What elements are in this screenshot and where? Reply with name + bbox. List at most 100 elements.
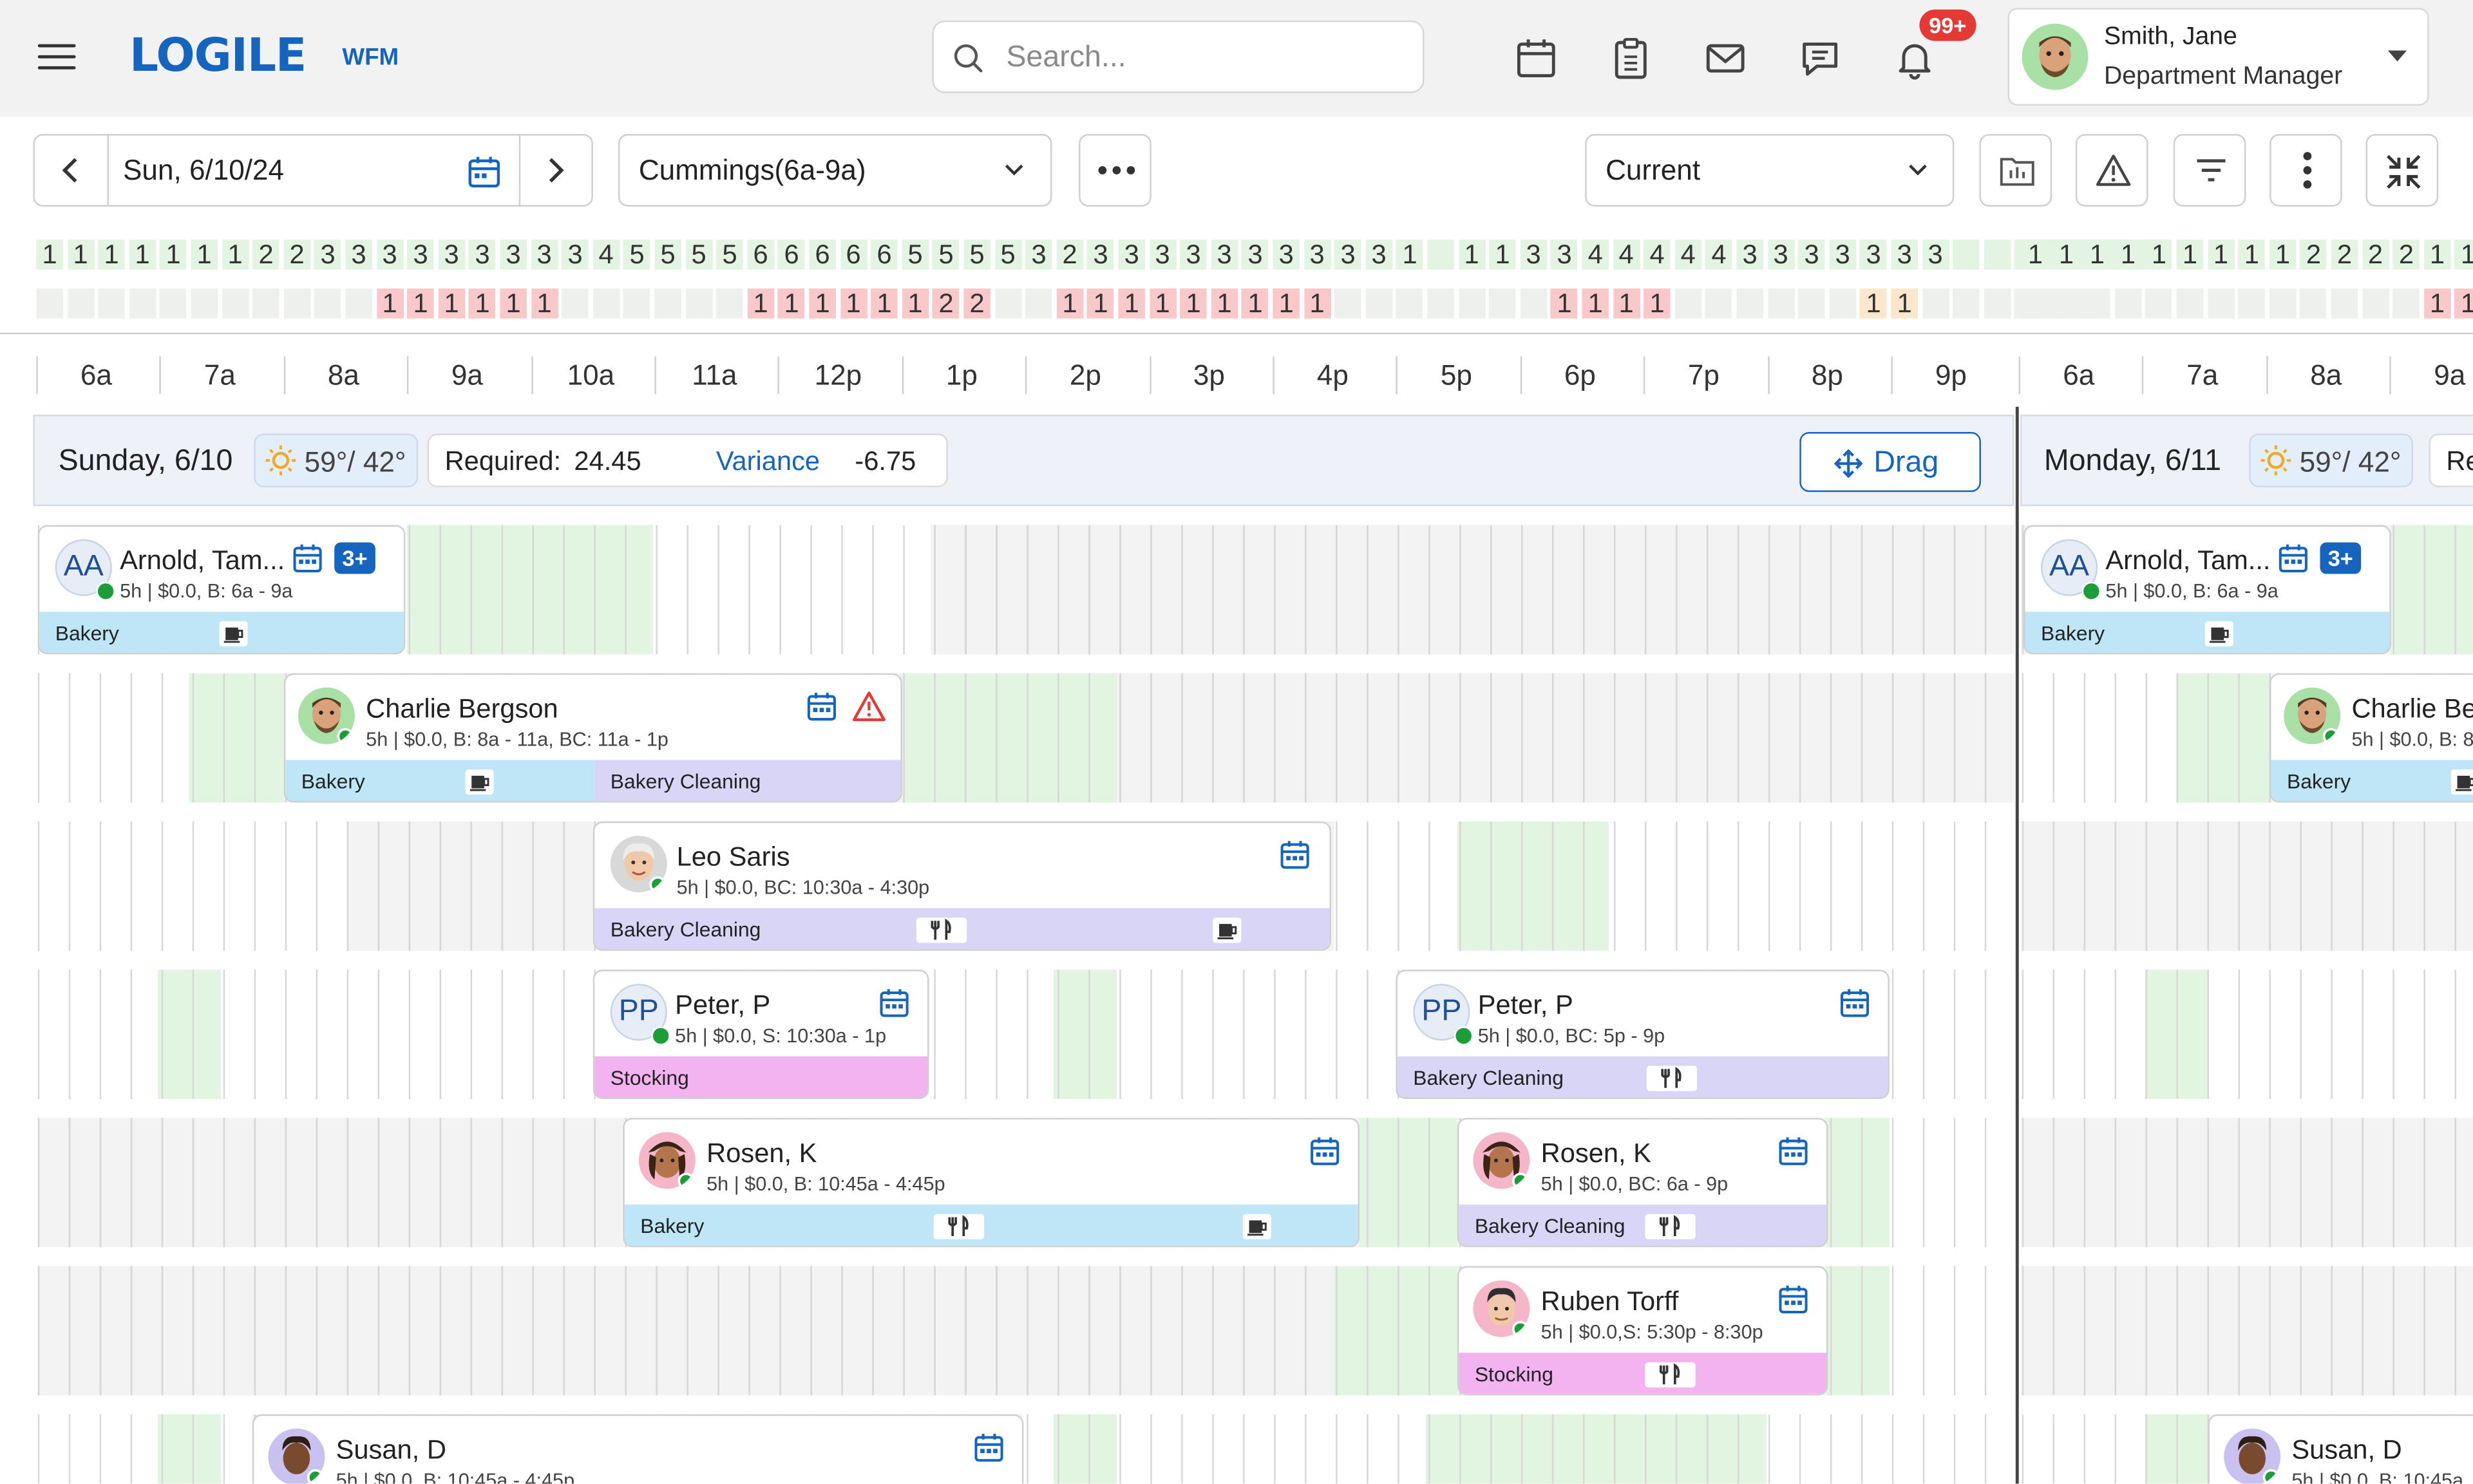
coverage-cell-shortage: 1 xyxy=(469,288,496,319)
shift-card[interactable]: AA Arnold, Tam... 5h | $0.0, B: 6a - 9a … xyxy=(37,525,406,655)
view-select[interactable]: Current xyxy=(1585,134,1955,207)
shift-card[interactable]: Rosen, K 5h | $0.0, B: 10:45a - 4:45p Ba… xyxy=(623,1118,1360,1248)
chevron-down-icon xyxy=(1909,164,1927,176)
shift-detail: 5h | $0.0, BC: 5p - 9p xyxy=(1477,1024,1665,1047)
shift-detail: 5h | $0.0, B: 8a - 11a, BC: 11a - 1p xyxy=(366,728,668,751)
coverage-cell-scheduled: 3 xyxy=(1829,240,1856,270)
employee-row[interactable] xyxy=(2022,821,2473,951)
coverage-cell-scheduled: 4 xyxy=(1582,240,1609,270)
shift-card[interactable]: Ruben Torff 5h | $0.0,S: 5:30p - 8:30p S… xyxy=(1457,1266,1828,1396)
coverage-cell-scheduled: 3 xyxy=(1242,240,1269,270)
coverage-cell-shortage xyxy=(592,288,620,319)
coffee-icon xyxy=(1242,1214,1271,1239)
coverage-cell-scheduled: 1 xyxy=(36,240,63,270)
shift-detail: 5h | $0.0, S: 10:30a - 1p xyxy=(675,1024,887,1047)
calendar-icon[interactable] xyxy=(1777,1135,1809,1167)
coverage-cell-scheduled: 2 xyxy=(252,240,280,270)
logo: LOGILE WFM xyxy=(129,28,399,85)
shift-card[interactable]: PP Peter, P 5h | $0.0, S: 10:30a - 1p St… xyxy=(592,970,929,1099)
search-input[interactable] xyxy=(1003,37,1404,79)
coverage-cell-scheduled: 3 xyxy=(500,240,527,270)
employee-row[interactable] xyxy=(2022,970,2473,1099)
more-options-button[interactable] xyxy=(1079,134,1151,207)
coverage-cell-shortage: 1 xyxy=(1582,288,1609,319)
day-header-monday: Monday, 6/11 59°/ 42° Re xyxy=(2020,415,2473,507)
shift-detail: 5h | $0.0, B: 8 xyxy=(2351,728,2473,751)
availability-band xyxy=(37,821,347,951)
employee-row[interactable] xyxy=(2022,1266,2473,1396)
day-header-sunday: Sunday, 6/10 59°/ 42° Required: 24.45 Va… xyxy=(33,415,2014,507)
preferred-band xyxy=(2391,525,2473,655)
hour-tick xyxy=(2142,356,2145,395)
calendar-icon[interactable] xyxy=(1514,36,1559,80)
location-select[interactable]: Cummings(6a-9a) xyxy=(618,134,1052,207)
user-menu[interactable]: Smith, Jane Department Manager xyxy=(2007,8,2429,106)
prev-date-button[interactable] xyxy=(35,135,109,205)
filter-button[interactable] xyxy=(2173,134,2246,207)
coverage-cell-shortage xyxy=(716,288,743,319)
calendar-icon[interactable] xyxy=(2277,542,2309,574)
variance-label[interactable]: Variance xyxy=(716,446,820,478)
shift-card[interactable]: Susan, D 5h | $0.0, B: 10:45a xyxy=(2208,1414,2473,1484)
calendar-icon[interactable] xyxy=(1309,1135,1341,1167)
scheduler-screen: LOGILE WFM 99+ Smith, Jane Department Ma… xyxy=(0,0,2473,1484)
calendar-icon[interactable] xyxy=(973,1432,1005,1463)
calendar-icon[interactable] xyxy=(467,155,502,189)
divider xyxy=(0,332,2473,335)
shift-card[interactable]: Charlie Be 5h | $0.0, B: 8 Bakery xyxy=(2269,673,2473,803)
chevron-right-icon xyxy=(549,158,564,183)
dept-segment-bakery-cleaning: Bakery Cleaning xyxy=(594,760,901,802)
coverage-cell-scheduled: 5 xyxy=(933,240,960,270)
mail-icon[interactable] xyxy=(1703,36,1748,80)
calendar-icon[interactable] xyxy=(292,542,323,574)
date-field[interactable]: Sun, 6/10/24 xyxy=(123,155,284,187)
calendar-icon[interactable] xyxy=(1279,839,1311,870)
coverage-cell-scheduled: 1 xyxy=(1396,240,1423,270)
coverage-cell-scheduled xyxy=(1984,240,2011,270)
warning-icon[interactable] xyxy=(851,691,886,722)
bell-icon[interactable] xyxy=(1893,36,1937,80)
coverage-cell-scheduled: 3 xyxy=(1087,240,1114,270)
coverage-cell-scheduled: 1 xyxy=(222,240,249,270)
calendar-icon[interactable] xyxy=(1777,1283,1809,1315)
coverage-cell-scheduled: 3 xyxy=(438,240,465,270)
availability-band xyxy=(2022,673,2177,803)
shift-card[interactable]: Charlie Bergson 5h | $0.0, B: 8a - 11a, … xyxy=(283,673,902,803)
employee-row[interactable] xyxy=(2022,1118,2473,1248)
search-icon xyxy=(954,44,983,73)
alerts-button[interactable] xyxy=(2075,134,2148,207)
sun-icon xyxy=(265,445,296,476)
weather-temp: 59°/ 42° xyxy=(2299,446,2402,478)
logo-sub-text: WFM xyxy=(342,44,399,71)
schedule-view-button[interactable] xyxy=(1979,134,2052,207)
calendar-icon[interactable] xyxy=(878,987,910,1019)
shift-card[interactable]: PP Peter, P 5h | $0.0, BC: 5p - 9p Baker… xyxy=(1396,970,1890,1099)
search-box[interactable] xyxy=(932,20,1425,93)
hour-label: 3p xyxy=(1193,359,1225,391)
required-summary: Re xyxy=(2429,433,2473,487)
avatar: AA xyxy=(2041,539,2101,601)
shift-detail: 5h | $0.0, B: 6a - 9a xyxy=(2105,580,2279,603)
hour-label: 8p xyxy=(1811,359,1843,391)
chat-icon[interactable] xyxy=(1798,36,1843,80)
shift-card[interactable]: Susan, D 5h | $0.0, B: 10:45a - 4:45p xyxy=(252,1414,1024,1484)
preferred-band xyxy=(1053,1414,1117,1484)
more-shifts-badge[interactable]: 3+ xyxy=(2320,542,2362,574)
day-label: Sunday, 6/10 xyxy=(58,444,233,478)
more-vertical-button[interactable] xyxy=(2269,134,2342,207)
collapse-button[interactable] xyxy=(2365,134,2439,207)
shift-card[interactable]: Rosen, K 5h | $0.0, BC: 6a - 9p Bakery C… xyxy=(1457,1118,1828,1248)
avatar xyxy=(610,835,667,893)
more-vertical-icon xyxy=(2303,152,2312,189)
shift-card[interactable]: AA Arnold, Tam... 5h | $0.0, B: 6a - 9a … xyxy=(2023,525,2391,655)
calendar-icon[interactable] xyxy=(1839,987,1871,1019)
clipboard-icon[interactable] xyxy=(1609,36,1653,80)
coverage-cell-shortage: 1 xyxy=(1242,288,1269,319)
calendar-icon[interactable] xyxy=(806,691,837,722)
menu-icon[interactable] xyxy=(37,41,76,73)
next-date-button[interactable] xyxy=(518,135,593,205)
shift-card[interactable]: Leo Saris 5h | $0.0, BC: 10:30a - 4:30p … xyxy=(592,821,1331,951)
drag-button[interactable]: Drag xyxy=(1799,432,1981,493)
coverage-cell-scheduled: 5 xyxy=(994,240,1021,270)
more-shifts-badge[interactable]: 3+ xyxy=(334,542,375,574)
